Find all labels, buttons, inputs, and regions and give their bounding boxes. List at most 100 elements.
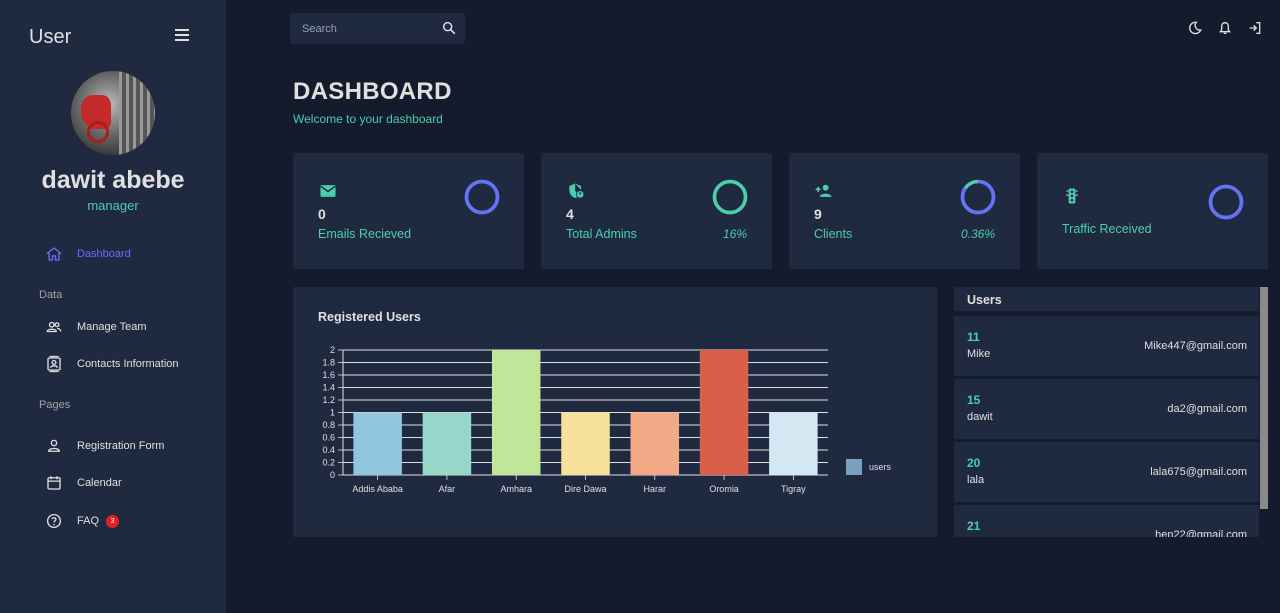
person-icon: [48, 439, 60, 452]
people-icon: [46, 321, 62, 333]
section-label-pages: Pages: [39, 399, 71, 411]
sidebar-item-label: Contacts Information: [77, 358, 179, 370]
traffic-icon: [1066, 188, 1078, 204]
bar: [630, 412, 680, 475]
y-tick-label: 0.8: [322, 420, 335, 430]
x-tick-label: Afar: [439, 484, 456, 494]
page-title: DASHBOARD: [293, 78, 452, 105]
user-name: lala: [967, 474, 985, 486]
y-tick-label: 0.4: [322, 445, 335, 455]
user-email: Mike447@gmail.com: [1144, 340, 1247, 352]
sidebar-item-label: Dashboard: [77, 248, 131, 260]
sidebar-item-label: Calendar: [77, 477, 122, 489]
user-id: 15: [967, 393, 981, 407]
sidebar-item-manage-team[interactable]: Manage Team: [45, 317, 147, 337]
faq-badge: 3: [106, 514, 120, 528]
sidebar-item-label: Manage Team: [77, 321, 147, 333]
section-label-data: Data: [39, 289, 63, 301]
bar: [353, 412, 402, 475]
avatar: [71, 71, 155, 155]
sidebar-item-faq[interactable]: FAQ 3: [45, 511, 120, 531]
stat-value: 0: [318, 206, 326, 222]
help-icon: [46, 513, 62, 529]
sidebar-item-calendar[interactable]: Calendar: [45, 473, 122, 493]
sidebar: User dawit abebe manager Dashboard Data …: [0, 0, 226, 613]
x-tick-label: Tigray: [781, 484, 806, 494]
stat-value: 4: [566, 206, 574, 222]
stat-label: Total Admins: [566, 227, 637, 241]
user-name: dawit: [967, 411, 993, 423]
user-email: lala675@gmail.com: [1150, 466, 1247, 478]
chart-panel: Registered Users 0 0.2 0.4 0.6 0.8 1 1.2 1.4 1.6…: [293, 287, 937, 537]
stat-label: Emails Recieved: [318, 227, 412, 241]
search-bar: [290, 13, 465, 44]
stat-label: Clients: [814, 227, 853, 241]
user-role: manager: [87, 198, 139, 213]
sidebar-item-contacts[interactable]: Contacts Information: [45, 354, 179, 374]
person-add-icon: [815, 184, 832, 197]
scrollbar-thumb[interactable]: [1260, 287, 1268, 509]
user-email: da2@gmail.com: [1167, 403, 1247, 415]
home-icon: [46, 247, 62, 261]
legend-swatch: [846, 459, 862, 475]
sidebar-item-dashboard[interactable]: Dashboard: [45, 244, 131, 264]
sidebar-item-label: Registration Form: [77, 440, 165, 452]
calendar-icon: [47, 476, 61, 490]
users-title: Users: [967, 293, 1002, 307]
stat-card-admins: 4 Total Admins 16%: [541, 153, 772, 269]
bar: [422, 412, 472, 475]
user-name: Mike: [967, 348, 991, 360]
bar: [769, 412, 818, 475]
bar-chart: 0 0.2 0.4 0.6 0.8 1 1.2 1.4 1.6 1.8 2 Addis Ababa Af…: [322, 345, 892, 494]
user-id: 11: [967, 330, 980, 344]
sidebar-header: User: [29, 26, 199, 50]
admin-shield-icon: [569, 183, 585, 199]
y-tick-label: 0.6: [322, 433, 335, 443]
progress-ring: [960, 179, 996, 215]
logout-icon[interactable]: [1247, 20, 1263, 36]
progress-ring-arc: [1208, 184, 1244, 220]
dark-mode-icon[interactable]: [1187, 20, 1203, 36]
email-icon: [320, 185, 336, 197]
list-item[interactable]: 11 Mike Mike447@gmail.com: [954, 316, 1259, 376]
user-email: hen22@gmail.com: [1155, 529, 1247, 537]
users-panel: Users 11 Mike Mike447@gmail.com 15 dawit…: [954, 287, 1268, 537]
user-name: dawit abebe: [41, 166, 185, 194]
sidebar-item-registration-form[interactable]: Registration Form: [45, 436, 164, 456]
x-tick-label: Amhara: [500, 484, 532, 494]
y-tick-label: 1.6: [322, 370, 335, 380]
y-tick-label: 2: [330, 345, 335, 355]
notifications-icon[interactable]: [1217, 20, 1233, 36]
legend-label: users: [869, 462, 892, 472]
list-item[interactable]: 15 dawit da2@gmail.com: [954, 379, 1259, 439]
x-tick-label: Oromia: [709, 484, 739, 494]
bar: [699, 350, 749, 475]
menu-icon[interactable]: [175, 29, 189, 41]
stat-label: Traffic Received: [1062, 222, 1152, 236]
y-tick-label: 1.8: [322, 358, 335, 368]
progress-ring-arc: [712, 179, 748, 215]
y-tick-label: 1.2: [322, 395, 335, 405]
stat-percent: 16%: [722, 227, 747, 241]
users-header: Users: [954, 287, 1259, 313]
progress-ring: [464, 179, 500, 215]
page-subtitle: Welcome to your dashboard: [293, 112, 443, 126]
user-id: 20: [967, 456, 981, 470]
user-id: 21: [967, 519, 981, 533]
list-item[interactable]: 20 lala lala675@gmail.com: [954, 442, 1259, 502]
list-item[interactable]: 21 hen22@gmail.com: [954, 505, 1259, 537]
x-tick-label: Harar: [644, 484, 667, 494]
search-icon[interactable]: [441, 20, 457, 36]
stat-value: 9: [814, 206, 822, 222]
contacts-icon: [47, 355, 61, 373]
stat-card-traffic: Traffic Received: [1037, 153, 1268, 269]
search-input[interactable]: [302, 20, 432, 37]
x-tick-label: Addis Ababa: [352, 484, 403, 494]
y-tick-label: 0: [330, 470, 335, 480]
y-tick-label: 1: [330, 408, 335, 418]
stat-card-clients: 9 Clients 0.36%: [789, 153, 1020, 269]
sidebar-item-label: FAQ: [77, 515, 100, 527]
progress-ring-arc: [464, 179, 500, 215]
y-tick-label: 0.2: [322, 458, 335, 468]
bar: [561, 412, 610, 475]
